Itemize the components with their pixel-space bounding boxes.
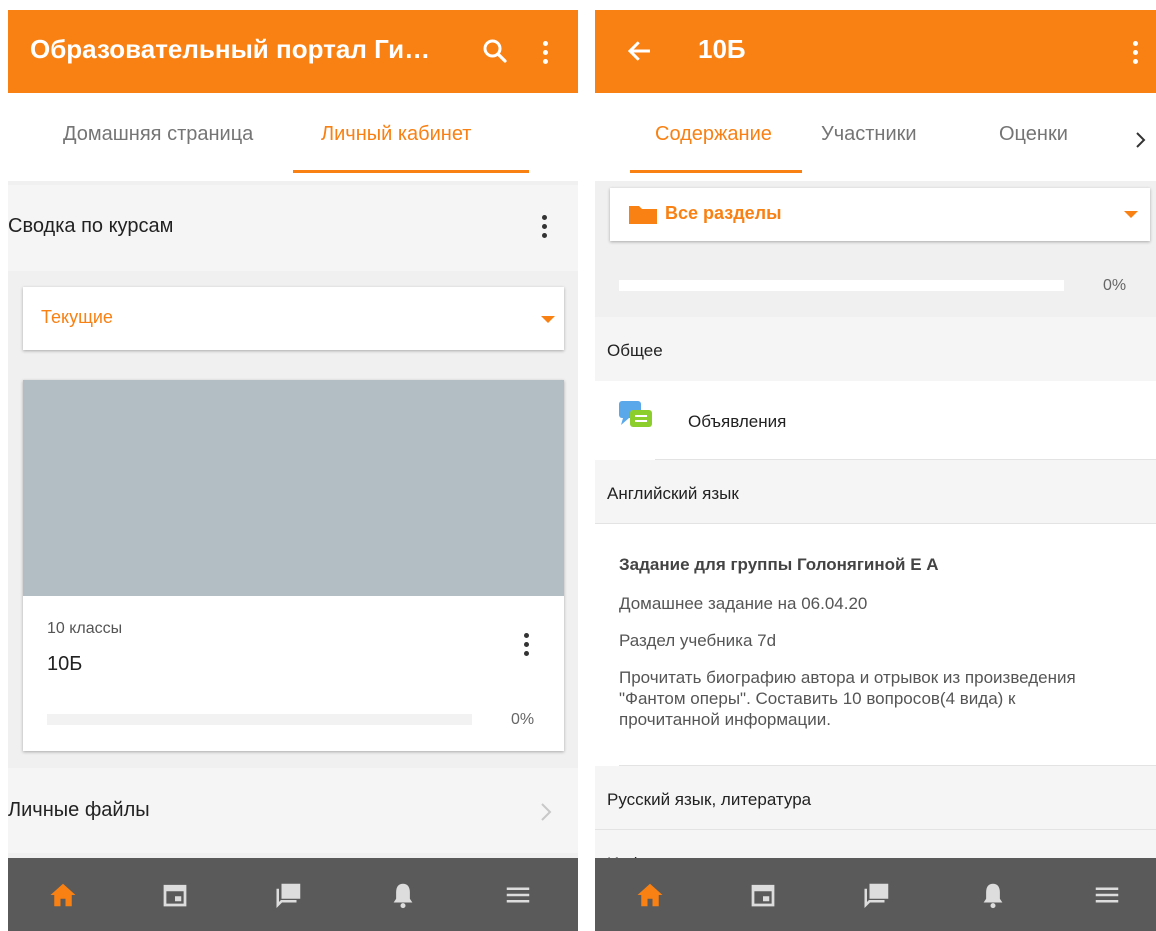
forum-icon <box>619 401 652 427</box>
notifications-icon[interactable] <box>388 880 418 910</box>
private-files-label: Личные файлы <box>8 799 150 821</box>
bottom-navigation <box>8 858 578 931</box>
sections-select-value: Все разделы <box>665 203 782 223</box>
dropdown-caret-icon <box>1124 211 1138 218</box>
more-options-icon[interactable] <box>1133 41 1139 68</box>
course-progress-bar <box>47 714 472 725</box>
tab-contents[interactable]: Содержание <box>655 123 772 146</box>
assignment-line: Раздел учебника 7d <box>619 631 777 650</box>
section-title: Русский язык, литература <box>607 790 812 809</box>
dropdown-caret-icon <box>541 316 555 323</box>
main-tabs: Домашняя страница Личный кабинет <box>8 93 578 181</box>
course-tabs: Содержание Участники Оценки <box>595 93 1156 181</box>
course-name: 10Б <box>47 653 83 675</box>
course-category: 10 классы <box>47 620 123 637</box>
course-card[interactable]: 10 классы 10Б 0% <box>23 380 564 751</box>
menu-icon[interactable] <box>503 880 533 910</box>
assignment-summary: Задание для группы Голонягиной Е А Домаш… <box>595 524 1156 766</box>
section-title: Английский язык <box>607 484 739 503</box>
section-header[interactable]: Общее <box>595 317 1156 381</box>
notifications-icon[interactable] <box>978 880 1008 910</box>
announcements-label: Объявления <box>688 412 787 431</box>
assignment-body: Прочитать биографию автора и отрывок из … <box>619 668 1076 729</box>
home-icon[interactable] <box>48 880 78 910</box>
sections-select[interactable]: Все разделы <box>610 188 1150 241</box>
course-filter-select[interactable]: Текущие <box>23 287 564 350</box>
calendar-icon[interactable] <box>748 880 778 910</box>
tab-dashboard[interactable]: Личный кабинет <box>321 123 471 146</box>
course-overview-header: Сводка по курсам <box>8 185 578 271</box>
search-icon[interactable] <box>480 36 510 66</box>
dashboard-screen: Образовательный портал Ги… Домашняя стра… <box>8 10 578 931</box>
app-bar: 10Б <box>595 10 1156 93</box>
tab-participants[interactable]: Участники <box>821 123 917 146</box>
section-title: Общее <box>607 341 663 360</box>
course-title: 10Б <box>698 34 746 64</box>
course-filter-value: Текущие <box>41 307 113 327</box>
course-overview-menu-icon[interactable] <box>542 215 548 242</box>
course-progress-label: 0% <box>1103 277 1127 294</box>
back-arrow-icon[interactable] <box>625 36 655 66</box>
course-screen: 10Б Содержание Участники Оценки Все разд… <box>595 10 1156 931</box>
course-overview-title: Сводка по курсам <box>8 215 174 237</box>
active-tab-indicator <box>630 170 802 173</box>
assignment-line: Домашнее задание на 06.04.20 <box>619 594 868 613</box>
course-image <box>23 380 564 596</box>
home-icon[interactable] <box>635 880 665 910</box>
announcements-row[interactable]: Объявления <box>595 381 1156 460</box>
calendar-icon[interactable] <box>160 880 190 910</box>
course-card-menu-icon[interactable] <box>524 633 530 660</box>
menu-icon[interactable] <box>1092 880 1122 910</box>
messages-icon[interactable] <box>274 880 304 910</box>
section-header[interactable]: Русский язык, литература <box>595 766 1156 830</box>
assignment-title: Задание для группы Голонягиной Е А <box>619 555 939 574</box>
course-progress-label: 0% <box>511 711 535 728</box>
folder-icon <box>629 206 657 224</box>
course-progress-bar <box>619 280 1064 291</box>
section-header[interactable]: Английский язык <box>595 460 1156 524</box>
app-title: Образовательный портал Ги… <box>30 34 431 64</box>
chevron-right-icon <box>541 803 552 821</box>
tab-home-page[interactable]: Домашняя страница <box>63 123 253 146</box>
tabs-scroll-right-icon[interactable] <box>1133 130 1149 150</box>
more-options-icon[interactable] <box>543 41 549 68</box>
private-files-row[interactable]: Личные файлы <box>8 768 578 853</box>
messages-icon[interactable] <box>862 880 892 910</box>
tab-grades[interactable]: Оценки <box>999 123 1068 146</box>
bottom-navigation <box>595 858 1156 931</box>
app-bar: Образовательный портал Ги… <box>8 10 578 93</box>
active-tab-indicator <box>293 170 529 173</box>
